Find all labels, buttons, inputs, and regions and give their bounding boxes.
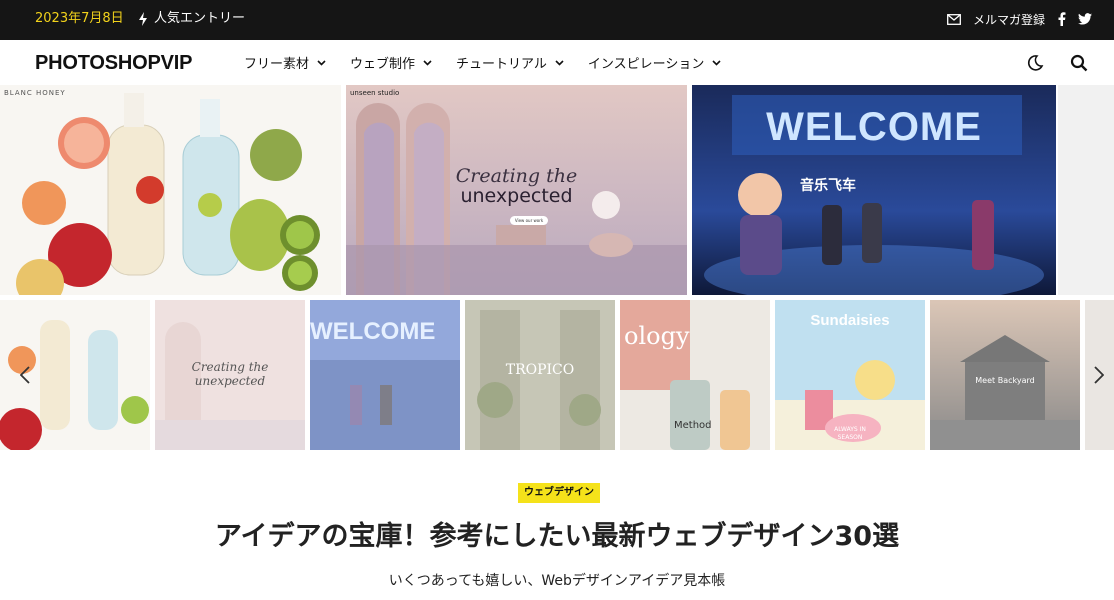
article-title[interactable]: アイデアの宝庫！参考にしたい最新ウェブデザイン30選 [0,517,1114,557]
nav-item-label: チュートリアル [456,57,547,72]
lightning-icon [139,12,147,26]
nav-item-inspiration[interactable]: インスピレーション [588,53,721,72]
hero-slide-art [0,85,341,295]
carousel-thumb[interactable]: ology Method [620,300,770,450]
top-bar: 2023年7月8日 人気エントリー メルマガ登録 [0,0,1114,40]
thumb-label: WELCOME [310,318,436,345]
mail-icon[interactable] [947,13,961,25]
popular-entries-link[interactable]: 人気エントリー [138,0,245,38]
twitter-icon[interactable] [1078,13,1092,25]
hero-slide-headline2: unexpected [460,185,573,207]
nav-item-free-assets[interactable]: フリー素材 [244,53,326,72]
hero-slide-unseen-studio[interactable]: unseen studio Creating the unexpected Vi… [346,85,687,295]
thumb-label: Creating the unexpected [191,360,269,388]
carousel-thumb[interactable]: WELCOME [310,300,460,450]
hero-slide-brand: BLANC HONEY [4,89,66,97]
search-icon[interactable] [1070,54,1088,72]
chevron-down-icon [317,59,326,66]
site-logo[interactable]: PHOTOSHOPVIP [35,51,192,75]
thumb-overlay [930,300,1080,450]
popular-entries-label: 人気エントリー [154,11,246,26]
nav-item-tutorials[interactable]: チュートリアル [456,53,564,72]
newsletter-link[interactable]: メルマガ登録 [973,11,1045,28]
carousel-next-button[interactable] [1088,360,1110,390]
carousel-thumb[interactable]: Meet Backyard [930,300,1080,450]
chevron-down-icon [712,59,721,66]
carousel-thumb[interactable]: Creating the unexpected [155,300,305,450]
moon-icon[interactable] [1026,54,1044,72]
thumb-label: Sundaisies [810,312,890,329]
nav-item-label: フリー素材 [244,57,310,72]
category-badge[interactable]: ウェブデザイン [518,483,600,503]
header-tools [1026,40,1088,85]
thumb-product-label: Method [674,420,712,431]
carousel-thumb[interactable]: Sundaisies ALWAYS IN SEASON [775,300,925,450]
view-work-button[interactable]: View our work [510,216,548,225]
chevron-down-icon [423,59,432,66]
nav-item-label: インスピレーション [587,57,705,72]
hero-slide-headline: WELCOME [766,105,982,149]
nav-item-web-production[interactable]: ウェブ制作 [350,53,432,72]
carousel-thumb[interactable]: TROPICO [465,300,615,450]
facebook-icon[interactable] [1057,12,1066,26]
hero-slide-brand: unseen studio [350,89,400,97]
thumb-tag: ALWAYS IN SEASON [834,426,866,441]
thumb-label: TROPICO [505,362,575,378]
chevron-left-icon [20,366,30,384]
nav-item-label: ウェブ制作 [350,57,416,72]
chevron-right-icon [1094,366,1104,384]
main-header: PHOTOSHOPVIP フリー素材 ウェブ制作 チュートリアル インスピレーシ… [0,40,1114,85]
hero-slide-blanc-honey[interactable]: BLANC HONEY [0,85,341,295]
hero-slide-next-peek [1058,85,1114,295]
main-nav: フリー素材 ウェブ制作 チュートリアル インスピレーション [244,40,745,85]
article-subtitle: いくつあっても嬉しい、Webデザインアイデア見本帳 [388,573,726,589]
thumb-label: Meet Backyard [975,376,1035,385]
topbar-actions: メルマガ登録 [947,0,1092,38]
carousel-prev-button[interactable] [14,360,36,390]
thumbnail-carousel: Creating the unexpected WELCOME TROPICO [0,300,1114,450]
hero-slider: BLANC HONEY unseen studio Creating the u… [0,85,1114,295]
current-date: 2023年7月8日 [35,11,124,26]
hero-slide-subheadline: 音乐飞车 [800,178,856,194]
thumb-label: ology [624,322,690,350]
hero-slide-welcome[interactable]: WELCOME 音乐飞车 [692,85,1056,295]
hero-slide-headline: Creating the [455,165,578,187]
chevron-down-icon [555,59,564,66]
